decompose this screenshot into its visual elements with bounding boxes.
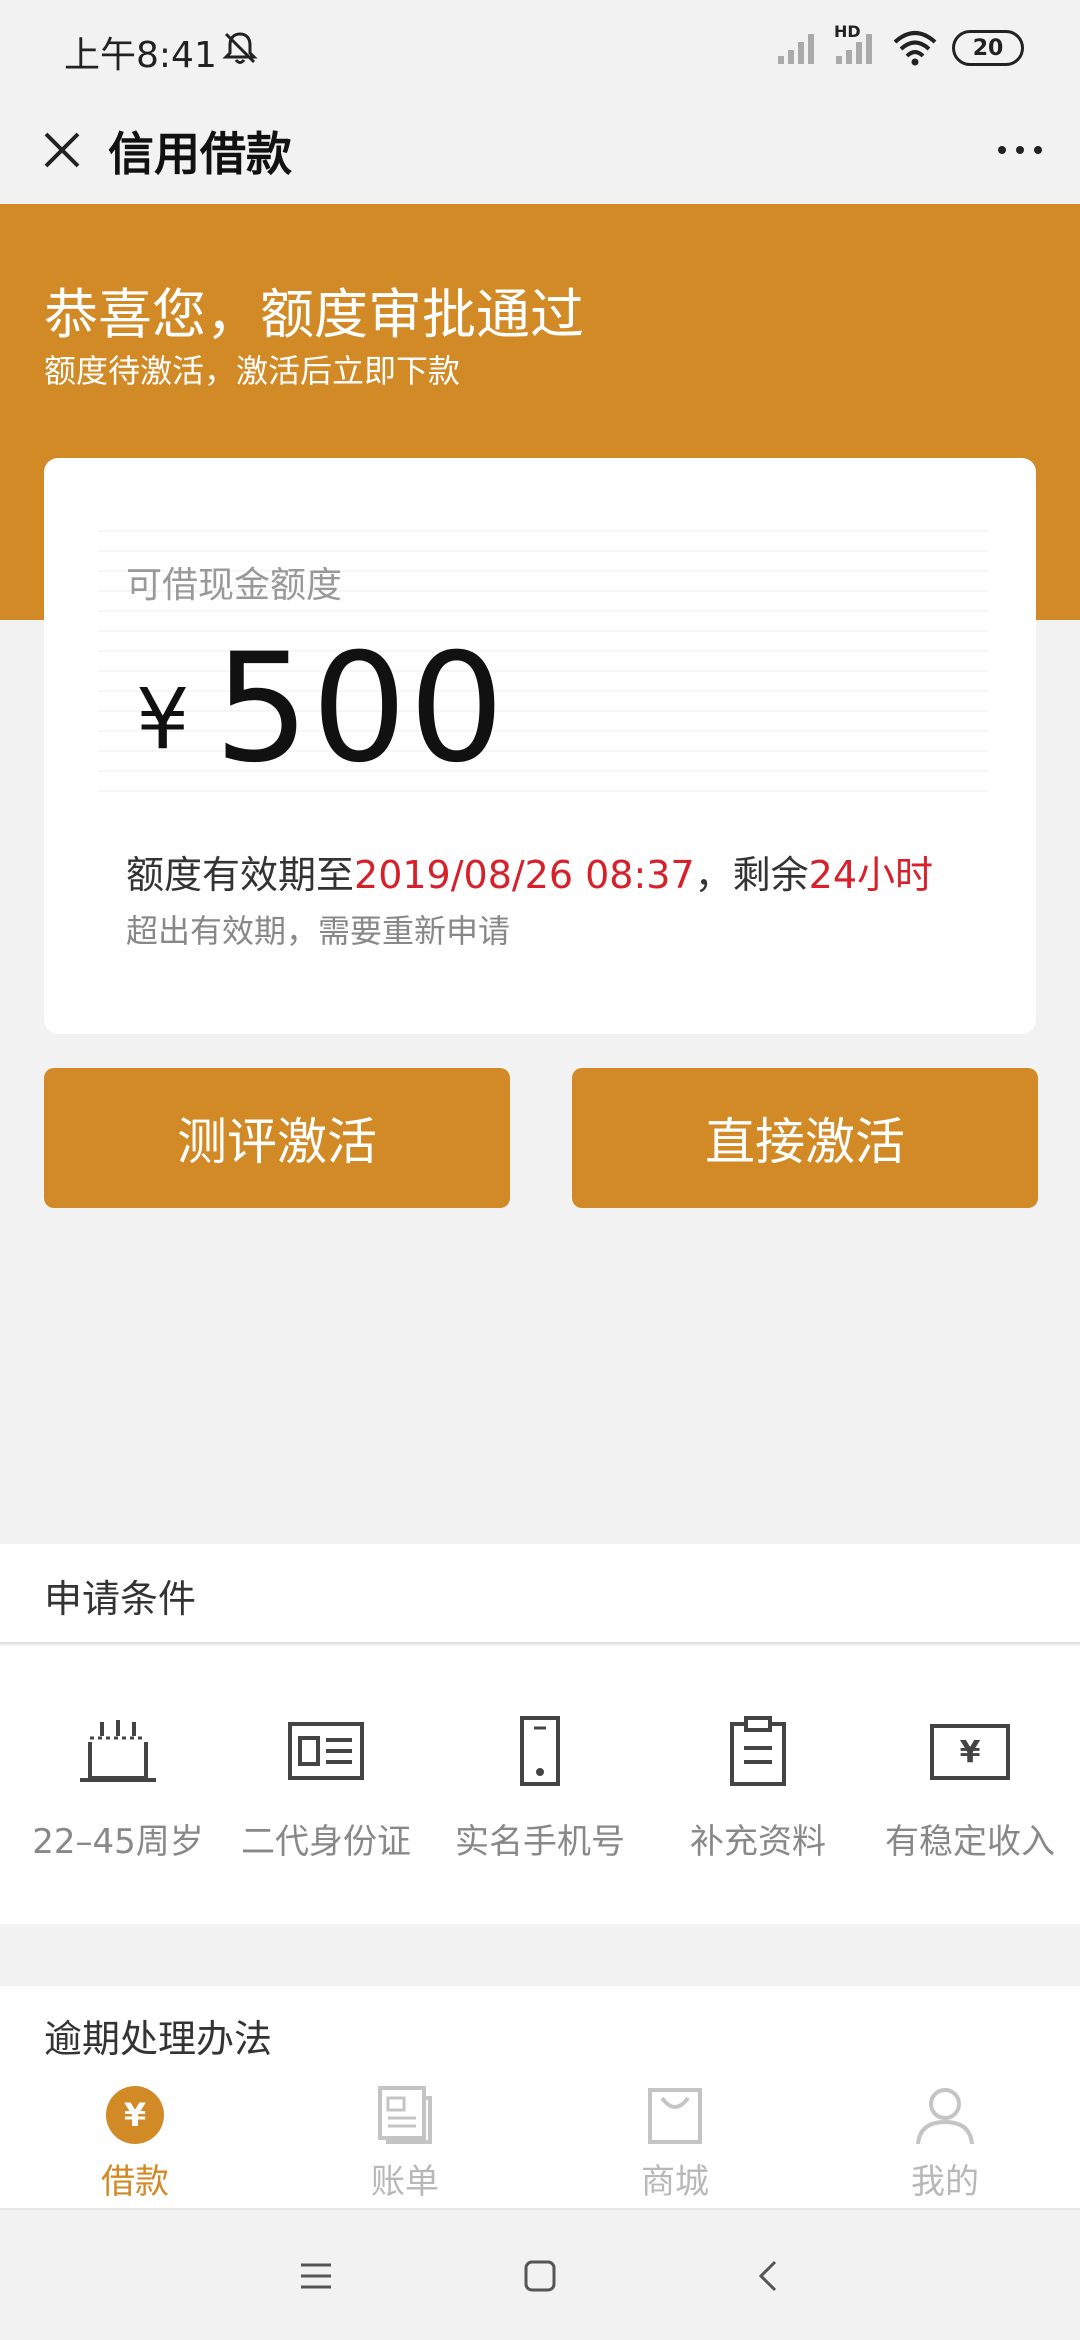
tab-loan[interactable]: ¥ 借款 (0, 2084, 270, 2204)
cash-icon: ¥ (930, 1724, 1010, 1780)
validity-date: 2019/08/26 08:37 (354, 853, 695, 897)
bell-muted-icon (222, 32, 258, 64)
menu-icon[interactable] (286, 2246, 346, 2306)
home-icon[interactable] (510, 2246, 570, 2306)
user-icon (916, 2088, 974, 2145)
condition-label: 22–45周岁 (32, 1822, 204, 1862)
close-icon[interactable] (30, 118, 94, 182)
more-icon[interactable] (984, 118, 1056, 182)
condition-label: 二代身份证 (241, 1822, 411, 1862)
wifi-icon (893, 31, 937, 66)
direct-activate-button[interactable]: 直接激活 (572, 1068, 1038, 1208)
conditions-list: 22–45周岁 二代身份证 实名手机号 补充资料 ¥ 有稳定收入 (0, 1646, 1080, 1924)
condition-label: 实名手机号 (455, 1822, 625, 1862)
condition-id-card: 二代身份证 (218, 1716, 434, 1896)
conditions-title: 申请条件 (44, 1577, 197, 1621)
banner-title: 恭喜您，额度审批通过 (44, 283, 584, 346)
overdue-section[interactable]: 逾期处理办法 (0, 1986, 1080, 2076)
validity-text: 额度有效期至2019/08/26 08:37，剩余24小时 (126, 844, 933, 899)
validity-prefix: 额度有效期至 (126, 853, 355, 897)
condition-materials: 补充资料 (650, 1716, 866, 1896)
tab-label: 借款 (101, 2162, 169, 2202)
tab-label: 账单 (371, 2162, 439, 2202)
currency-symbol: ¥ (136, 670, 190, 768)
status-bar: 上午8:41 HD 20 (0, 0, 1080, 96)
overdue-title: 逾期处理办法 (44, 2017, 273, 2061)
cake-icon (80, 1720, 156, 1782)
remaining-time: 24小时 (808, 853, 933, 897)
condition-label: 补充资料 (690, 1822, 826, 1862)
bottom-tab-bar: ¥ 借款 账单 商城 我的 (0, 2076, 1080, 2210)
evaluate-activate-button[interactable]: 测评激活 (44, 1068, 510, 1208)
validity-mid: ，剩余 (694, 853, 809, 897)
system-nav-bar (0, 2212, 1080, 2340)
condition-income: ¥ 有稳定收入 (862, 1716, 1078, 1896)
condition-phone: 实名手机号 (432, 1716, 648, 1896)
status-time: 上午8:41 (64, 35, 217, 76)
tab-label: 商城 (641, 2162, 709, 2202)
tab-mall[interactable]: 商城 (540, 2084, 810, 2204)
tab-mine[interactable]: 我的 (810, 2084, 1080, 2204)
title-bar: 信用借款 (0, 96, 1080, 204)
condition-label: 有稳定收入 (885, 1822, 1055, 1862)
page-title: 信用借款 (108, 127, 292, 181)
clipboard-icon (730, 1716, 786, 1786)
yen-circle-icon: ¥ (106, 2086, 164, 2144)
tab-label: 我的 (911, 2162, 979, 2202)
svg-text:¥: ¥ (124, 2096, 146, 2134)
svg-text:¥: ¥ (960, 1735, 981, 1770)
signal-hd-icon: HD (834, 22, 878, 66)
phone-icon (520, 1716, 560, 1786)
credit-label: 可借现金额度 (126, 565, 343, 606)
id-card-icon (288, 1722, 364, 1780)
signal-icon (778, 34, 814, 64)
tab-bill[interactable]: 账单 (270, 2084, 540, 2204)
battery-icon: 20 (952, 30, 1024, 66)
condition-age: 22–45周岁 (10, 1716, 226, 1896)
credit-amount: 500 (214, 622, 507, 796)
credit-limit-card: 可借现金额度 ¥ 500 额度有效期至2019/08/26 08:37，剩余24… (44, 458, 1036, 1034)
shopping-bag-icon (648, 2088, 702, 2144)
banner-subtitle: 额度待激活，激活后立即下款 (44, 352, 461, 390)
bill-icon (378, 2086, 432, 2144)
validity-note: 超出有效期，需要重新申请 (126, 912, 511, 950)
status-icons: HD 20 (776, 22, 1024, 68)
conditions-header: 申请条件 (0, 1544, 1080, 1644)
back-icon[interactable] (738, 2246, 798, 2306)
